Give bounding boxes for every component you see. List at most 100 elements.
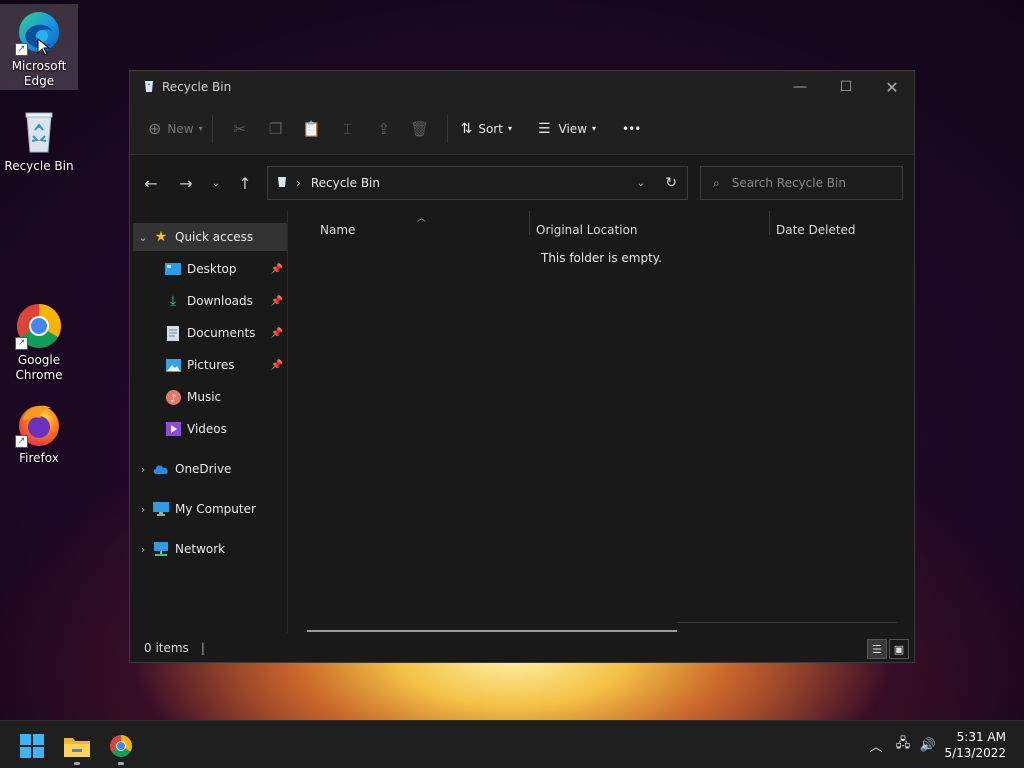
up-arrow-icon[interactable]: ↑ (231, 169, 259, 197)
desktop-icon-label: Microsoft Edge (11, 59, 67, 88)
chevron-right-icon[interactable]: › (133, 463, 153, 476)
navigation-row: ← → ⌄ ↑ › Recycle Bin ⌄ ↻ ⌕ Search Recyc… (130, 155, 914, 211)
shortcut-arrow-icon: ↗ (15, 43, 28, 56)
running-indicator (74, 762, 80, 765)
divider (677, 622, 897, 623)
recycle-bin-icon (15, 108, 63, 156)
cloud-icon (153, 461, 169, 477)
sidebar-item-pictures[interactable]: Pictures 📌 (133, 351, 287, 379)
computer-monitor-icon (153, 501, 169, 517)
sidebar-item-downloads[interactable]: ⤓ Downloads 📌 (133, 287, 287, 315)
command-bar: ⊕ New ▾ ✂ ❐ 📋 ⌶ ⇪ 🗑 ⇅ Sort ▾ ☰ View ▾ ••… (130, 103, 914, 155)
video-icon (165, 421, 181, 437)
sidebar-item-quick-access[interactable]: ⌄ ★ Quick access (133, 223, 287, 251)
folder-icon (64, 738, 90, 757)
sidebar-item-documents[interactable]: Documents 📌 (133, 319, 287, 347)
windows-logo-icon (20, 734, 44, 758)
recent-locations-chevron-icon[interactable]: ⌄ (202, 169, 230, 197)
paste-icon[interactable]: 📋 (294, 113, 330, 145)
close-button[interactable]: ✕ (869, 71, 915, 103)
chevron-down-icon: ▾ (198, 124, 203, 133)
more-icon: ••• (622, 121, 641, 136)
share-icon[interactable]: ⇪ (366, 113, 402, 145)
refresh-icon[interactable]: ↻ (665, 175, 677, 191)
forward-arrow-icon[interactable]: → (172, 169, 200, 197)
edge-icon: ↗ (15, 8, 63, 56)
view-button[interactable]: ☰ View ▾ (538, 113, 596, 145)
shortcut-arrow-icon: ↗ (15, 435, 28, 448)
search-input[interactable]: ⌕ Search Recycle Bin (700, 166, 903, 200)
new-button[interactable]: ⊕ New ▾ (148, 113, 203, 145)
address-bar[interactable]: › Recycle Bin ⌄ ↻ (267, 166, 688, 200)
delete-icon[interactable]: 🗑 (402, 113, 438, 145)
breadcrumb-location[interactable]: Recycle Bin (311, 176, 380, 190)
desktop-icon-chrome[interactable]: ↗ Google Chrome (0, 298, 78, 384)
cut-icon[interactable]: ✂ (222, 113, 258, 145)
desktop-icon-recycle-bin[interactable]: Recycle Bin (0, 104, 78, 174)
window-title: Recycle Bin (162, 80, 232, 94)
recycle-bin-small-icon (142, 79, 156, 96)
more-options-button[interactable]: ••• (622, 113, 641, 145)
rename-icon[interactable]: ⌶ (330, 113, 366, 145)
pictures-icon (165, 357, 181, 373)
desktop-icon-edge[interactable]: ↗ Microsoft Edge (0, 4, 78, 90)
search-placeholder: Search Recycle Bin (731, 176, 846, 190)
pin-icon: 📌 (270, 295, 283, 307)
sidebar-item-label: Desktop (187, 262, 237, 276)
file-explorer-window: Recycle Bin — ☐ ✕ ⊕ New ▾ ✂ ❐ 📋 ⌶ ⇪ 🗑 ⇅ … (129, 70, 915, 663)
sidebar-item-my-computer[interactable]: › My Computer (133, 495, 287, 523)
desktop-icon-firefox[interactable]: ↗ Firefox (0, 396, 78, 468)
minimize-button[interactable]: — (777, 71, 823, 103)
toolbar-divider (446, 114, 448, 143)
column-divider[interactable] (529, 211, 530, 235)
sidebar-item-label: Videos (187, 422, 227, 436)
volume-icon[interactable]: 🔊 (918, 735, 938, 755)
sidebar-item-label: Music (187, 390, 222, 404)
recycle-bin-small-icon (276, 176, 288, 191)
pin-icon: 📌 (270, 263, 283, 275)
taskbar-chrome[interactable] (101, 729, 141, 765)
sort-label: Sort (478, 121, 503, 136)
column-header-original-location[interactable]: Original Location (536, 223, 638, 237)
chevron-down-icon: ▾ (592, 124, 597, 133)
sidebar-item-onedrive[interactable]: › OneDrive (133, 455, 287, 483)
sidebar-item-desktop[interactable]: Desktop 📌 (133, 255, 287, 283)
maximize-button[interactable]: ☐ (823, 71, 869, 103)
network-icon (153, 541, 169, 557)
system-clock[interactable]: 5:31 AM 5/13/2022 (944, 729, 1006, 761)
chevron-up-icon[interactable]: ︿ (866, 735, 886, 755)
clock-date: 5/13/2022 (944, 746, 1006, 760)
navigation-pane: ⌄ ★ Quick access Desktop 📌 ⤓ Downloads 📌… (130, 211, 288, 633)
sidebar-item-network[interactable]: › Network (133, 535, 287, 563)
toolbar-divider (211, 114, 213, 143)
back-arrow-icon[interactable]: ← (137, 169, 165, 197)
chevron-right-icon[interactable]: › (133, 543, 153, 556)
details-view-icon[interactable]: ☰ (867, 639, 887, 659)
document-icon (165, 325, 181, 341)
horizontal-scrollbar[interactable] (307, 630, 677, 632)
sidebar-item-label: Downloads (187, 294, 253, 308)
pin-icon: 📌 (270, 327, 283, 339)
sidebar-item-videos[interactable]: Videos (133, 415, 287, 443)
chevron-right-icon[interactable]: › (133, 503, 153, 516)
sort-indicator-icon: ︿ (417, 214, 427, 224)
column-header-name[interactable]: Name (320, 223, 355, 237)
star-icon: ★ (154, 229, 168, 245)
column-header-date-deleted[interactable]: Date Deleted (776, 223, 856, 237)
start-button[interactable] (12, 729, 52, 763)
status-bar: 0 items | (130, 633, 914, 662)
empty-folder-message: This folder is empty. (541, 251, 662, 265)
copy-icon[interactable]: ❐ (258, 113, 294, 145)
sidebar-item-music[interactable]: ♪ Music (133, 383, 287, 411)
address-history-chevron-icon[interactable]: ⌄ (637, 178, 645, 189)
file-list: ︿ Name Original Location Date Deleted Th… (289, 211, 914, 633)
network-status-icon[interactable]: 🖧 (893, 735, 913, 755)
chevron-down-icon[interactable]: ⌄ (133, 231, 153, 244)
column-divider[interactable] (769, 211, 770, 235)
tiles-view-icon[interactable]: ▣ (889, 639, 909, 659)
view-label: View (558, 121, 588, 136)
sidebar-item-label: Pictures (187, 358, 235, 372)
taskbar-file-explorer[interactable] (57, 729, 97, 765)
sort-button[interactable]: ⇅ Sort ▾ (461, 113, 512, 145)
desktop-icon-label: Firefox (19, 451, 59, 465)
